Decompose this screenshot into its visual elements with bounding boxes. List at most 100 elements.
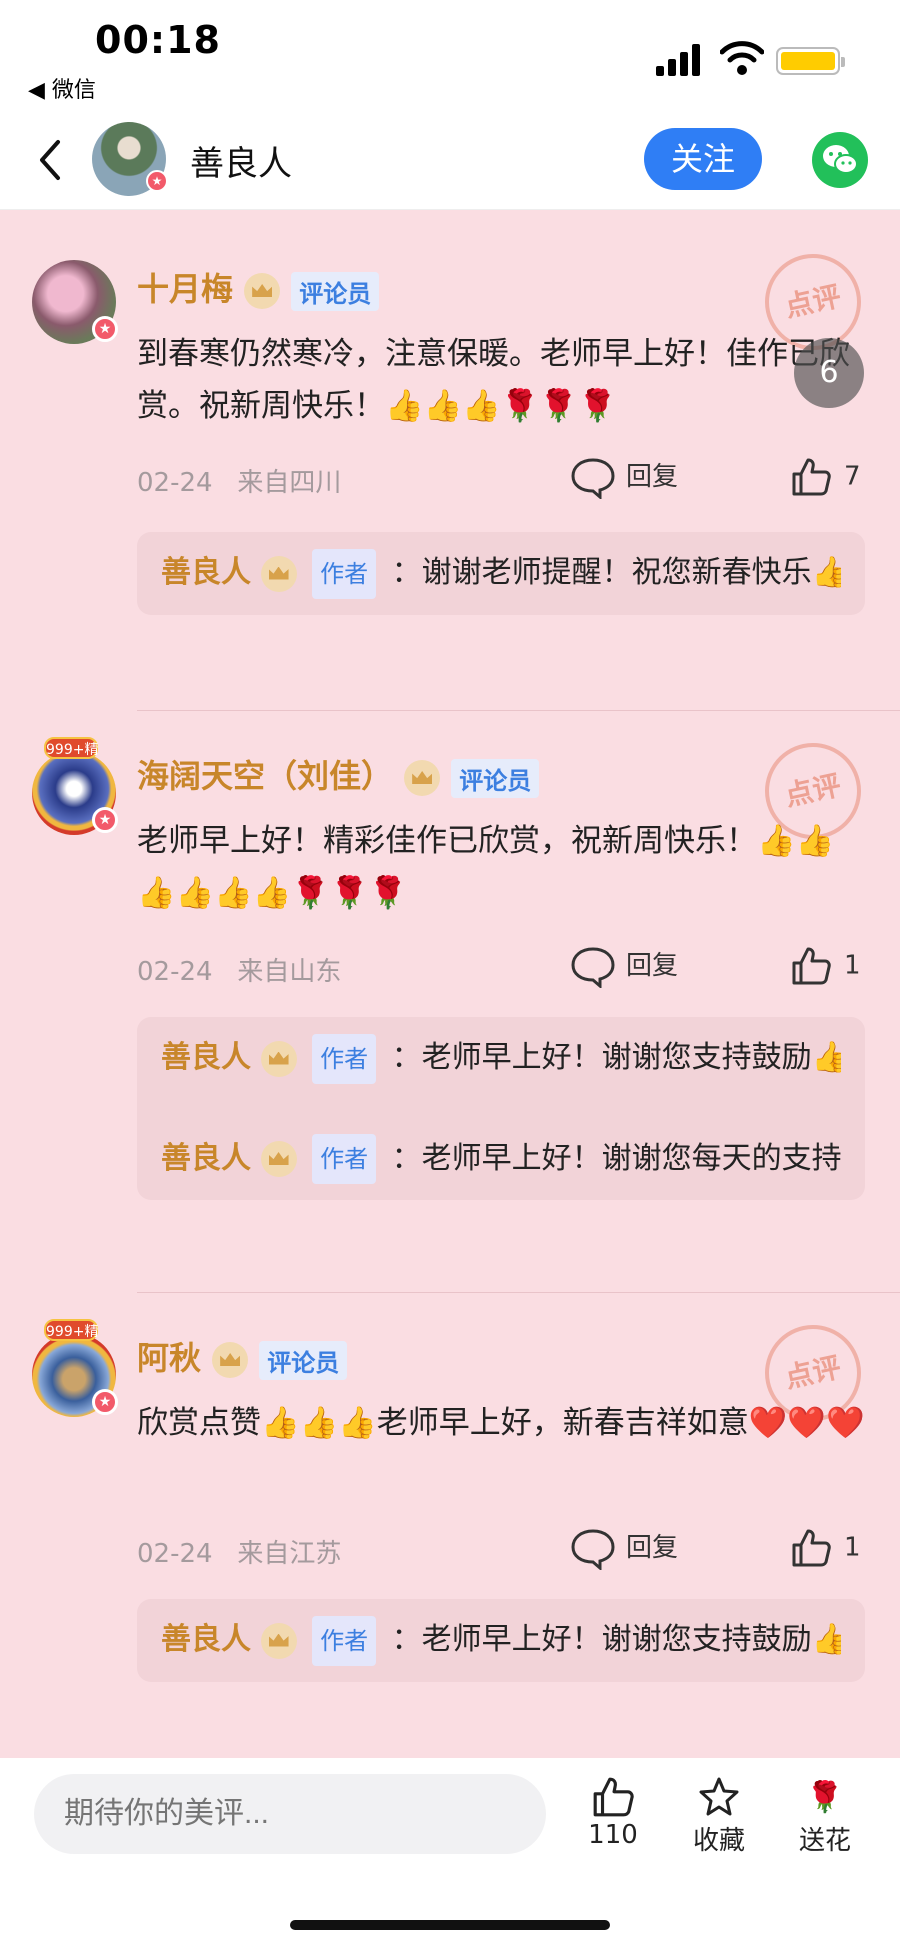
author-name[interactable]: 善良人 xyxy=(190,136,292,185)
role-badge: 评论员 xyxy=(291,271,380,311)
reply-box: 善良人 作者 ：老师早上好！谢谢您支持鼓励👍👍👍👍👍👍🌹🌹🌹🌹... 善良人 作… xyxy=(137,1017,865,1200)
comment-location: 来自四川 xyxy=(237,468,342,498)
verified-star-icon: ★ xyxy=(92,1389,118,1415)
comment-card: ★ 十月梅 评论员 点评 到春寒仍然寒冷，注意保暖。老师早上好！佳作已欣赏。祝新… xyxy=(0,210,900,710)
author-badge: 作者 xyxy=(312,548,377,599)
crown-icon xyxy=(260,1141,297,1177)
home-indicator xyxy=(290,1920,610,1930)
commenter-name[interactable]: 海阔天空（刘佳） 评论员 xyxy=(137,751,540,798)
reply-item[interactable]: 善良人 作者 ：老师早上好！谢谢您支持鼓励👍👍👍👍👍👍🌹🌹🌹🌹... xyxy=(161,1033,841,1084)
reply-text: ：老师早上好！谢谢您支持鼓励👍👍👍👍👍👍🌹🌹🌹🌹... xyxy=(391,1040,841,1075)
reply-button[interactable]: 回复 xyxy=(570,456,679,500)
commenter-avatar[interactable]: 999+精 ★ xyxy=(32,1319,118,1417)
commenter-name[interactable]: 十月梅 评论员 xyxy=(137,264,380,311)
author-avatar[interactable]: ★ xyxy=(92,122,168,196)
reply-label: 回复 xyxy=(626,462,679,492)
comment-meta: 02-24 来自四川 xyxy=(137,462,341,499)
comment-input[interactable] xyxy=(34,1774,546,1854)
header: ★ 善良人 关注 xyxy=(0,118,900,210)
comment-text: 欣赏点赞👍👍👍老师早上好，新春吉祥如意❤️❤️❤️ xyxy=(137,1405,865,1441)
reply-author-name[interactable]: 善良人 xyxy=(161,1141,251,1176)
crown-icon xyxy=(404,760,441,796)
verified-star-icon: ★ xyxy=(146,170,168,192)
reply-button[interactable]: 回复 xyxy=(570,945,679,989)
like-count: 1 xyxy=(844,950,861,981)
verified-star-icon: ★ xyxy=(92,316,118,342)
level-badge: 999+精 xyxy=(44,1319,98,1341)
reply-author-name[interactable]: 善良人 xyxy=(161,1622,251,1657)
send-flower-button[interactable]: 🌹 送花 xyxy=(780,1774,870,1857)
reply-label: 回复 xyxy=(626,951,679,981)
thumbs-up-icon xyxy=(593,1777,634,1817)
like-article-button[interactable]: 110 xyxy=(568,1774,658,1850)
comment-date: 02-24 xyxy=(137,1539,213,1569)
floating-count-button[interactable]: 6 xyxy=(794,338,864,408)
author-badge: 作者 xyxy=(312,1615,377,1666)
reply-box: 善良人 作者 ：老师早上好！谢谢您支持鼓励👍👍👍👍👍👍🌹🌹🌹🌹... xyxy=(137,1599,865,1682)
verified-star-icon: ★ xyxy=(92,807,118,833)
collect-button[interactable]: 收藏 xyxy=(674,1774,764,1857)
reply-item[interactable]: 善良人 作者 ：老师早上好！谢谢您每天的支持鼓励👍👍👍👍👍👍🌹🌹... xyxy=(161,1134,841,1184)
comment-date: 02-24 xyxy=(137,957,213,987)
commenter-name[interactable]: 阿秋 评论员 xyxy=(137,1333,348,1380)
reply-item[interactable]: 善良人 作者 ：老师早上好！谢谢您支持鼓励👍👍👍👍👍👍🌹🌹🌹🌹... xyxy=(161,1615,841,1666)
article-like-count: 110 xyxy=(588,1820,638,1850)
crown-icon xyxy=(260,1622,297,1659)
comment-meta: 02-24 来自山东 xyxy=(137,951,341,988)
like-button[interactable]: 7 xyxy=(790,456,861,498)
commenter-avatar[interactable]: 999+精 ★ xyxy=(32,737,118,835)
wifi-icon xyxy=(720,41,764,75)
crown-icon xyxy=(260,555,297,592)
star-icon xyxy=(699,1777,739,1816)
back-arrow-icon[interactable] xyxy=(34,136,64,184)
like-count: 1 xyxy=(844,1532,861,1563)
thumbs-up-icon xyxy=(792,947,831,985)
comment-text: 到春寒仍然寒冷，注意保暖。老师早上好！佳作已欣赏。祝新周快乐！👍👍👍🌹🌹🌹 xyxy=(137,336,850,424)
reply-text: ：老师早上好！谢谢您支持鼓励👍👍👍👍👍👍🌹🌹🌹🌹... xyxy=(391,1622,841,1657)
battery-icon xyxy=(776,47,845,75)
wechat-share-icon[interactable] xyxy=(812,132,868,188)
comment-bubble-icon xyxy=(571,1528,615,1571)
comment-bubble-icon xyxy=(571,457,615,500)
commenter-name-text: 十月梅 xyxy=(137,270,234,308)
status-bar: 00:18 ◀ 微信 xyxy=(0,0,900,118)
reply-author-name[interactable]: 善良人 xyxy=(161,1040,251,1075)
comment-card: 999+精 ★ 海阔天空（刘佳） 评论员 点评 老师早上好！精彩佳作已欣赏，祝新… xyxy=(0,711,900,1291)
comment-card: 999+精 ★ 阿秋 评论员 点评 欣赏点赞👍👍👍老师早上好，新春吉祥如意❤️❤… xyxy=(0,1293,900,1758)
reply-button[interactable]: 回复 xyxy=(570,1527,679,1571)
author-badge: 作者 xyxy=(312,1134,377,1184)
follow-button[interactable]: 关注 xyxy=(644,128,762,190)
crown-icon xyxy=(244,273,281,309)
reply-text: ：老师早上好！谢谢您每天的支持鼓励👍👍👍👍👍👍🌹🌹... xyxy=(391,1140,841,1176)
like-button[interactable]: 1 xyxy=(790,1527,861,1569)
collect-label: 收藏 xyxy=(692,1826,745,1856)
comment-location: 来自山东 xyxy=(237,957,342,987)
commenter-avatar[interactable]: ★ xyxy=(32,260,118,344)
reply-item[interactable]: 善良人 作者 ：谢谢老师提醒！祝您新春快乐👍👍👍👍👍👍🌹🌹🌹🌹... xyxy=(161,548,841,599)
reply-label: 回复 xyxy=(626,1533,679,1563)
reply-author-name[interactable]: 善良人 xyxy=(161,555,251,590)
crown-icon xyxy=(212,1342,249,1378)
like-button[interactable]: 1 xyxy=(790,945,861,987)
thumbs-up-icon xyxy=(792,458,831,496)
reply-text: ：谢谢老师提醒！祝您新春快乐👍👍👍👍👍👍🌹🌹🌹🌹... xyxy=(391,555,841,590)
status-time: 00:18 xyxy=(95,18,221,62)
signal-icon xyxy=(656,44,700,76)
thumbs-up-icon xyxy=(792,1529,831,1567)
crown-icon xyxy=(260,1040,297,1077)
role-badge: 评论员 xyxy=(451,758,540,798)
commenter-name-text: 海阔天空（刘佳） xyxy=(137,757,394,795)
comment-location: 来自江苏 xyxy=(237,1539,342,1569)
level-badge: 999+精 xyxy=(44,737,98,759)
comment-meta: 02-24 来自江苏 xyxy=(137,1533,341,1570)
back-to-app-link[interactable]: ◀ 微信 xyxy=(28,72,96,104)
comment-date: 02-24 xyxy=(137,468,213,498)
reply-box: 善良人 作者 ：谢谢老师提醒！祝您新春快乐👍👍👍👍👍👍🌹🌹🌹🌹... xyxy=(137,532,865,615)
author-badge: 作者 xyxy=(312,1033,377,1084)
rose-icon: 🌹 xyxy=(806,1779,844,1815)
commenter-name-text: 阿秋 xyxy=(137,1339,202,1377)
like-count: 7 xyxy=(844,461,861,492)
role-badge: 评论员 xyxy=(259,1340,348,1380)
comment-text: 老师早上好！精彩佳作已欣赏，祝新周快乐！👍👍👍👍👍👍🌹🌹🌹 xyxy=(137,823,835,911)
flower-label: 送花 xyxy=(798,1826,851,1856)
